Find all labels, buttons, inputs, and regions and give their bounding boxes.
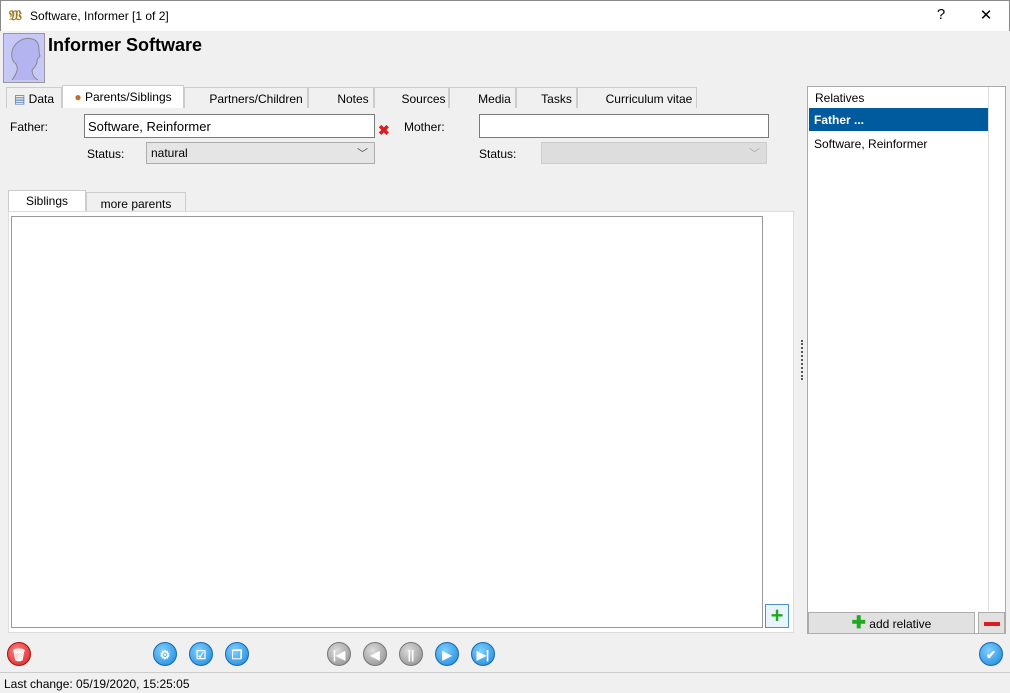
mother-label: Mother: [404, 120, 445, 134]
previous-record-icon[interactable]: ◀ [363, 642, 387, 666]
plus-icon: ✚ [851, 613, 866, 632]
document-icon: ▤ [13, 92, 26, 106]
father-label: Father: [10, 120, 49, 134]
tab-label: Media [478, 92, 511, 106]
subtab-siblings[interactable]: Siblings [8, 190, 86, 211]
person-name: Informer Software [48, 35, 203, 55]
window-title: Software, Informer [1 of 2] [30, 9, 169, 23]
tab-sources[interactable]: Sources [374, 87, 449, 108]
mother-status-label: Status: [479, 147, 517, 161]
person-avatar[interactable] [3, 33, 45, 83]
add-sibling-button[interactable]: + [765, 604, 789, 628]
relative-item[interactable]: Software, Reinformer [809, 132, 988, 155]
minus-icon [983, 622, 1000, 626]
tab-label: Tasks [541, 92, 572, 106]
first-record-icon[interactable]: |◀ [327, 642, 351, 666]
tab-label: Partners/Children [209, 92, 303, 106]
title-bar: 𝔚 Software, Informer [1 of 2] ? ✕ [0, 0, 1010, 31]
copy-icon[interactable]: ❐ [225, 642, 249, 666]
last-change-text: Last change: 05/19/2020, 15:25:05 [4, 677, 190, 691]
father-status-select[interactable]: natural ﹀ [146, 142, 375, 164]
father-status-value: natural [151, 146, 188, 160]
mother-status-select[interactable]: ﹀ [541, 142, 767, 164]
tab-label: Notes [337, 92, 369, 106]
add-relative-button[interactable]: ✚ add relative [808, 612, 975, 634]
status-bar: Last change: 05/19/2020, 15:25:05 [0, 672, 1010, 693]
relatives-header: Relatives [815, 91, 865, 105]
tab-label: Data [28, 92, 55, 106]
pause-icon[interactable]: || [399, 642, 423, 666]
subtab-label: more parents [100, 197, 172, 211]
remove-father-icon[interactable]: ✖ [378, 122, 390, 139]
checklist-icon[interactable]: ☑ [189, 642, 213, 666]
chevron-down-icon: ﹀ [357, 148, 368, 160]
delete-icon[interactable]: 🗑 [7, 642, 31, 666]
app-icon: 𝔚 [9, 7, 22, 23]
close-button[interactable]: ✕ [971, 6, 1001, 24]
tab-media[interactable]: Media [449, 87, 516, 108]
relatives-panel: Relatives Father ... Software, Reinforme… [807, 86, 1006, 634]
tab-data[interactable]: ▤ Data [6, 87, 62, 108]
tab-label: Curriculum vitae [605, 92, 693, 106]
tab-parents-siblings[interactable]: ● Parents/Siblings [62, 85, 184, 108]
plus-icon: + [770, 603, 784, 628]
splitter-handle[interactable] [801, 340, 805, 380]
father-status-label: Status: [87, 147, 125, 161]
siblings-list[interactable] [11, 216, 763, 628]
remove-relative-button[interactable] [978, 612, 1005, 634]
chevron-down-icon: ﹀ [749, 148, 760, 160]
help-button[interactable]: ? [926, 6, 956, 23]
tab-tasks[interactable]: Tasks [516, 87, 577, 108]
scrollbar[interactable] [988, 87, 989, 611]
tab-curriculum-vitae[interactable]: Curriculum vitae [577, 87, 697, 108]
last-record-icon[interactable]: ▶| [471, 642, 495, 666]
tab-partners-children[interactable]: Partners/Children [184, 87, 308, 108]
add-relative-label: add relative [869, 617, 932, 631]
mother-field[interactable] [479, 114, 769, 138]
confirm-icon[interactable]: ✔ [979, 642, 1003, 666]
settings-icon[interactable]: ⚙ [153, 642, 177, 666]
relative-item-father[interactable]: Father ... [809, 108, 988, 131]
tab-notes[interactable]: Notes [308, 87, 374, 108]
subtab-label: Siblings [25, 194, 69, 208]
next-record-icon[interactable]: ▶ [435, 642, 459, 666]
tab-label: Parents/Siblings [84, 90, 172, 104]
subtab-more-parents[interactable]: more parents [86, 192, 186, 211]
tab-label: Sources [401, 92, 446, 106]
father-field[interactable]: Software, Reinformer [84, 114, 375, 138]
person-icon: ● [74, 90, 82, 104]
